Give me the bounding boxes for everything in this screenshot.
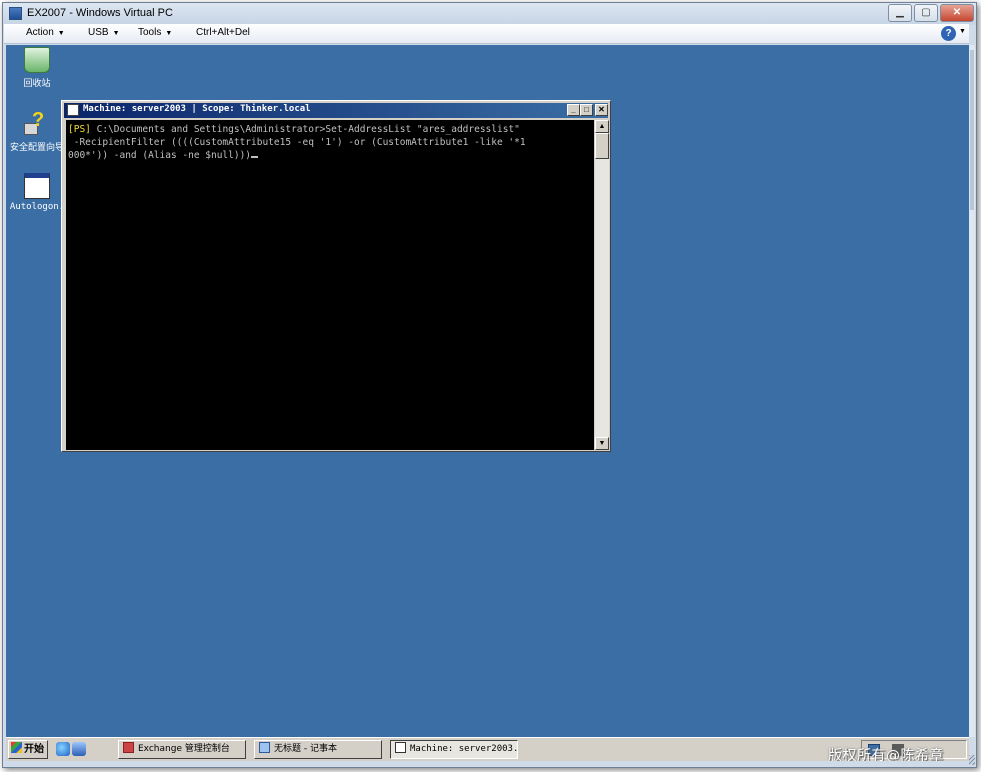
- exchange-console-icon: [123, 742, 134, 753]
- console-icon: [395, 742, 406, 753]
- taskbar-button-label: Exchange 管理控制台: [138, 744, 230, 754]
- host-titlebar[interactable]: EX2007 - Windows Virtual PC ▁ ▢ ✕: [3, 3, 976, 25]
- console-close-button[interactable]: ✕: [595, 104, 608, 116]
- virtual-pc-icon: [9, 7, 22, 20]
- taskbar-button-label: Machine: server2003...: [410, 744, 518, 754]
- recycle-bin-icon: [24, 47, 50, 73]
- start-button[interactable]: 开始: [8, 740, 48, 759]
- console-line: 000*')) -and (Alias -ne $null))): [68, 149, 592, 162]
- taskbar-button-label: 无标题 - 记事本: [274, 744, 337, 754]
- close-button[interactable]: ✕: [940, 4, 974, 22]
- console-command-text: C:\Documents and Settings\Administrator>…: [90, 124, 520, 135]
- menu-usb-label: USB: [88, 27, 109, 38]
- desktop-icon-label: 安全配置向导: [9, 143, 64, 153]
- question-mark-icon: ?: [32, 109, 45, 131]
- menu-action-label: Action: [26, 27, 54, 38]
- taskbar: 开始 Exchange 管理控制台 无标题 - 记事本 Machine: ser…: [6, 737, 969, 761]
- security-wizard-icon: ?: [24, 109, 50, 137]
- host-menubar: Action ▼ USB ▼ Tools ▼ Ctrl+Alt+Del ? ▼: [4, 24, 969, 44]
- menu-action[interactable]: Action ▼: [26, 27, 65, 38]
- scroll-up-arrow-icon[interactable]: ▲: [595, 120, 609, 133]
- chevron-down-icon: ▼: [57, 30, 65, 37]
- console-line: -RecipientFilter ((((CustomAttribute15 -…: [68, 137, 526, 148]
- text-cursor: [251, 156, 259, 158]
- notepad-icon: [259, 742, 270, 753]
- console-scrollbar-thumb[interactable]: [595, 133, 609, 159]
- resize-grip-icon[interactable]: [969, 755, 975, 765]
- scroll-down-arrow-icon[interactable]: ▼: [595, 437, 609, 450]
- host-window-title: EX2007 - Windows Virtual PC: [27, 7, 173, 19]
- host-statusbar: [4, 761, 969, 766]
- desktop-icon-security-wizard[interactable]: ? 安全配置向导: [7, 109, 67, 153]
- show-desktop-icon[interactable]: [72, 742, 86, 756]
- help-icon[interactable]: ?: [941, 26, 956, 41]
- menu-usb[interactable]: USB ▼: [88, 27, 120, 38]
- console-minimize-button[interactable]: _: [567, 104, 580, 116]
- minimize-button[interactable]: ▁: [888, 4, 912, 22]
- taskbar-button-exchange[interactable]: Exchange 管理控制台: [118, 740, 246, 759]
- start-label: 开始: [24, 744, 44, 755]
- console-line: [PS] C:\Documents and Settings\Administr…: [68, 123, 592, 136]
- windows-flag-icon: [11, 742, 22, 753]
- console-output[interactable]: [PS] C:\Documents and Settings\Administr…: [66, 120, 594, 450]
- console-window-icon[interactable]: [67, 104, 79, 116]
- console-command-text: 000*')) -and (Alias -ne $null))): [68, 150, 252, 161]
- desktop-icon-autologon[interactable]: Autologon.: [7, 173, 67, 212]
- internet-explorer-icon[interactable]: [56, 742, 70, 756]
- window-app-icon: [24, 173, 50, 199]
- chevron-down-icon[interactable]: ▼: [959, 28, 966, 35]
- ps-prompt-tag: [PS]: [68, 124, 91, 135]
- console-title: Machine: server2003 | Scope: Thinker.loc…: [83, 104, 311, 114]
- console-titlebar[interactable]: Machine: server2003 | Scope: Thinker.loc…: [64, 103, 608, 118]
- console-maximize-button[interactable]: □: [580, 104, 593, 116]
- desktop-icon-label: Autologon.: [9, 202, 65, 212]
- taskbar-button-console[interactable]: Machine: server2003...: [390, 740, 518, 759]
- menu-ctrl-alt-del[interactable]: Ctrl+Alt+Del: [196, 27, 250, 38]
- taskbar-button-notepad[interactable]: 无标题 - 记事本: [254, 740, 382, 759]
- host-scrollbar-thumb[interactable]: [970, 50, 974, 210]
- desktop-icon-label: 回收站: [23, 79, 51, 89]
- powershell-console-window[interactable]: Machine: server2003 | Scope: Thinker.loc…: [61, 100, 611, 452]
- maximize-button[interactable]: ▢: [914, 4, 938, 22]
- chevron-down-icon: ▼: [112, 30, 120, 37]
- desktop-icon-recycle-bin[interactable]: 回收站: [7, 47, 67, 89]
- menu-tools[interactable]: Tools ▼: [138, 27, 172, 38]
- console-scrollbar[interactable]: ▲ ▼: [595, 120, 609, 450]
- menu-tools-label: Tools: [138, 27, 162, 38]
- chevron-down-icon: ▼: [165, 30, 173, 37]
